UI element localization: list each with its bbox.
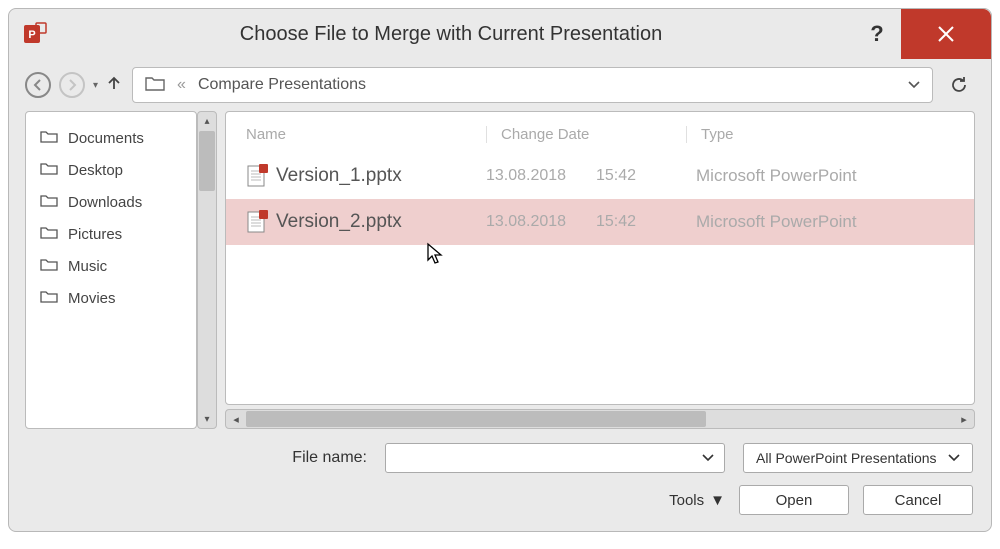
filename-input[interactable]: [385, 443, 725, 473]
mouse-cursor-icon: [426, 242, 446, 272]
file-name: Version_2.pptx: [276, 211, 486, 233]
column-header-name[interactable]: Name: [246, 126, 486, 143]
sidebar-item-label: Desktop: [68, 162, 123, 179]
sidebar-item-documents[interactable]: Documents: [26, 122, 196, 154]
horizontal-scrollbar[interactable]: ◂ ▸: [225, 409, 975, 429]
folder-icon: [40, 225, 58, 243]
pptx-file-icon: [246, 209, 276, 235]
pptx-file-icon: [246, 163, 276, 189]
sidebar-item-desktop[interactable]: Desktop: [26, 154, 196, 186]
sidebar-scrollbar[interactable]: ▴ ▾: [197, 111, 217, 429]
address-path: Compare Presentations: [198, 76, 366, 94]
titlebar: P Choose File to Merge with Current Pres…: [9, 9, 991, 59]
open-button[interactable]: Open: [739, 485, 849, 515]
file-time: 15:42: [596, 167, 696, 185]
chevron-down-icon: [948, 454, 960, 462]
file-open-dialog: P Choose File to Merge with Current Pres…: [8, 8, 992, 532]
scroll-left-arrow[interactable]: ◂: [226, 413, 246, 426]
chevron-down-icon: [702, 454, 714, 462]
open-button-label: Open: [776, 492, 813, 509]
navigation-bar: ▾ « Compare Presentations: [9, 59, 991, 111]
arrow-up-icon: [106, 75, 122, 91]
cancel-button-label: Cancel: [895, 492, 942, 509]
file-list: Name Change Date Type Version_1.pptx13.0…: [225, 111, 975, 405]
filename-row: File name: All PowerPoint Presentations: [27, 443, 973, 473]
bottom-panel: File name: All PowerPoint Presentations …: [9, 429, 991, 531]
folder-icon: [40, 193, 58, 211]
action-row: Tools ▼ Open Cancel: [27, 485, 973, 515]
scroll-thumb[interactable]: [199, 131, 215, 191]
nav-arrows: ▾: [25, 72, 122, 98]
breadcrumb-separator: «: [177, 76, 186, 94]
sidebar-item-pictures[interactable]: Pictures: [26, 218, 196, 250]
tools-label-text: Tools: [669, 492, 704, 509]
folder-icon: [40, 257, 58, 275]
file-date: 13.08.2018: [486, 213, 596, 231]
folder-icon: [40, 129, 58, 147]
scroll-thumb-horizontal[interactable]: [246, 411, 706, 427]
folder-icon: [40, 289, 58, 307]
file-pane: Name Change Date Type Version_1.pptx13.0…: [225, 111, 975, 429]
forward-button[interactable]: [59, 72, 85, 98]
folder-icon: [145, 75, 165, 96]
scroll-right-arrow[interactable]: ▸: [954, 413, 974, 426]
close-button[interactable]: [901, 9, 991, 59]
arrow-left-icon: [32, 79, 44, 91]
help-button[interactable]: ?: [853, 9, 901, 59]
file-row[interactable]: Version_2.pptx13.08.201815:42Microsoft P…: [226, 199, 974, 245]
sidebar-item-label: Downloads: [68, 194, 142, 211]
file-row[interactable]: Version_1.pptx13.08.201815:42Microsoft P…: [226, 153, 974, 199]
file-type-filter[interactable]: All PowerPoint Presentations: [743, 443, 973, 473]
powerpoint-app-icon: P: [21, 20, 49, 48]
content-area: Documents Desktop Downloads Pictures Music Mo…: [9, 111, 991, 429]
sidebar-item-movies[interactable]: Movies: [26, 282, 196, 314]
address-bar[interactable]: « Compare Presentations: [132, 67, 933, 103]
sidebar-item-label: Movies: [68, 290, 116, 307]
column-header-type[interactable]: Type: [686, 126, 954, 143]
recent-locations-dropdown[interactable]: ▾: [93, 80, 98, 91]
chevron-down-icon: [908, 81, 920, 89]
dialog-title: Choose File to Merge with Current Presen…: [49, 23, 853, 46]
cancel-button[interactable]: Cancel: [863, 485, 973, 515]
sidebar-item-label: Music: [68, 258, 107, 275]
sidebar-container: Documents Desktop Downloads Pictures Music Mo…: [25, 111, 217, 429]
file-name: Version_1.pptx: [276, 165, 486, 187]
scroll-down-arrow[interactable]: ▾: [198, 410, 216, 428]
address-dropdown[interactable]: [908, 76, 920, 94]
filename-label: File name:: [27, 449, 367, 467]
refresh-button[interactable]: [943, 69, 975, 101]
up-button[interactable]: [106, 75, 122, 96]
folder-tree: Documents Desktop Downloads Pictures Music Mo…: [25, 111, 197, 429]
close-icon: [935, 23, 957, 45]
scroll-up-arrow[interactable]: ▴: [198, 112, 216, 130]
file-type: Microsoft PowerPoint: [696, 212, 954, 232]
tools-dropdown[interactable]: Tools ▼: [669, 492, 725, 509]
column-header-date[interactable]: Change Date: [486, 126, 686, 143]
sidebar-item-label: Pictures: [68, 226, 122, 243]
sidebar-item-label: Documents: [68, 130, 144, 147]
file-time: 15:42: [596, 213, 696, 231]
triangle-down-icon: ▼: [710, 492, 725, 509]
folder-icon: [40, 161, 58, 179]
file-type: Microsoft PowerPoint: [696, 166, 954, 186]
column-headers: Name Change Date Type: [226, 112, 974, 153]
back-button[interactable]: [25, 72, 51, 98]
sidebar-item-music[interactable]: Music: [26, 250, 196, 282]
sidebar-item-downloads[interactable]: Downloads: [26, 186, 196, 218]
file-date: 13.08.2018: [486, 167, 596, 185]
scroll-track[interactable]: [246, 410, 954, 428]
refresh-icon: [949, 75, 969, 95]
arrow-right-icon: [66, 79, 78, 91]
filter-label: All PowerPoint Presentations: [756, 450, 937, 466]
svg-text:P: P: [28, 29, 35, 41]
